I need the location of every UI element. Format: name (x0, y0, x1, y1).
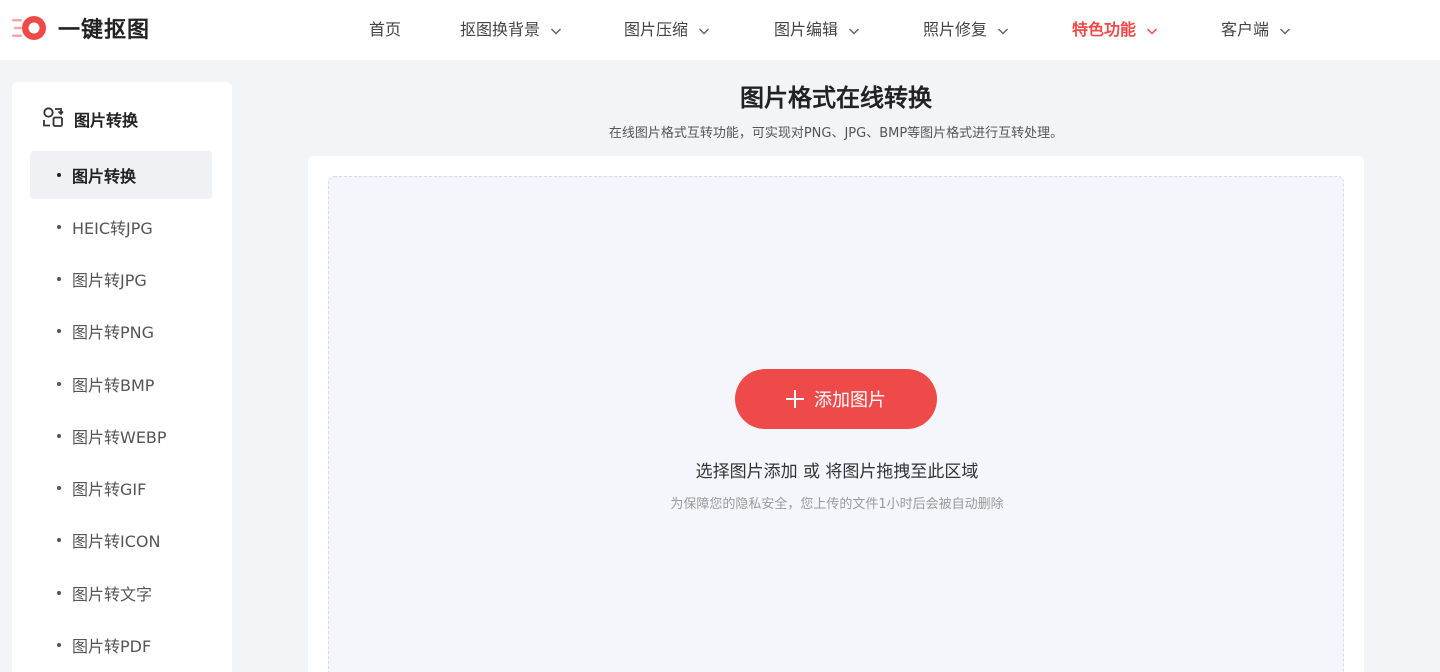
nav-cutout-background[interactable]: 抠图换背景 (460, 0, 562, 56)
plus-icon (786, 390, 804, 408)
page-subtitle: 在线图片格式互转功能，可实现对PNG、JPG、BMP等图片格式进行互转处理。 (608, 126, 1064, 141)
sidebar: 图片转换 图片转换 HEIC转JPG 图片转JPG 图片转PNG 图片转BMP … (12, 82, 232, 672)
bullet-dot (57, 277, 61, 281)
bullet-dot (57, 329, 61, 333)
bullet-dot (57, 434, 61, 438)
sidebar-heading-label: 图片转换 (74, 111, 139, 130)
privacy-note: 为保障您的隐私安全，您上传的文件1小时后会被自动删除 (670, 497, 1004, 512)
nav-photo-repair[interactable]: 照片修复 (923, 0, 1009, 56)
bullet-dot (57, 225, 61, 229)
nav-image-compress[interactable]: 图片压缩 (624, 0, 710, 56)
chevron-down-icon (1146, 22, 1158, 35)
sidebar-heading: 图片转换 (42, 106, 138, 132)
sidebar-item-label: 图片转JPG (72, 271, 147, 290)
sidebar-item-label: 图片转WEBP (72, 428, 167, 447)
chevron-down-icon (550, 22, 562, 35)
nav-label: 照片修复 (923, 20, 988, 39)
add-image-button-label: 添加图片 (814, 390, 886, 411)
sidebar-item-to-gif[interactable]: 图片转GIF (30, 464, 212, 512)
brand-title: 一键抠图 (58, 18, 151, 43)
sidebar-item-to-icon[interactable]: 图片转ICON (30, 516, 212, 564)
top-header: 一键抠图 首页 抠图换背景 图片压缩 图片编辑 照片修复 特色功能 客户端 (0, 0, 1440, 60)
bullet-dot (57, 382, 61, 386)
chevron-down-icon (848, 22, 860, 35)
sidebar-item-to-jpg[interactable]: 图片转JPG (30, 255, 212, 303)
bullet-dot (57, 486, 61, 490)
chevron-down-icon (997, 22, 1009, 35)
sidebar-item-to-webp[interactable]: 图片转WEBP (30, 412, 212, 460)
sidebar-item-label: 图片转PDF (72, 637, 152, 656)
sidebar-item-to-png[interactable]: 图片转PNG (30, 307, 212, 355)
sidebar-item-label: 图片转换 (72, 167, 137, 186)
sidebar-item-label: 图片转GIF (72, 480, 147, 499)
sidebar-item-label: 图片转ICON (72, 532, 161, 551)
nav-label: 客户端 (1221, 20, 1270, 39)
sidebar-item-to-pdf[interactable]: 图片转PDF (30, 621, 212, 669)
page-title: 图片格式在线转换 (740, 84, 932, 112)
nav-label: 特色功能 (1072, 20, 1137, 39)
sidebar-item-to-text[interactable]: 图片转文字 (30, 569, 212, 617)
sidebar-item-label: HEIC转JPG (72, 219, 153, 238)
add-image-button[interactable]: 添加图片 (735, 369, 937, 429)
nav-client[interactable]: 客户端 (1221, 0, 1291, 56)
nav-image-edit[interactable]: 图片编辑 (774, 0, 860, 56)
brand-logo[interactable]: 一键抠图 (12, 12, 150, 44)
sidebar-item-heic-to-jpg[interactable]: HEIC转JPG (30, 203, 212, 251)
chevron-down-icon (698, 22, 710, 35)
upload-card: 添加图片 选择图片添加 或 将图片拖拽至此区域 为保障您的隐私安全，您上传的文件… (308, 156, 1364, 672)
drop-hint: 选择图片添加 或 将图片拖拽至此区域 (695, 462, 979, 482)
bullet-dot (57, 538, 61, 542)
nav-label: 图片压缩 (624, 20, 689, 39)
upload-dropzone[interactable]: 添加图片 选择图片添加 或 将图片拖拽至此区域 为保障您的隐私安全，您上传的文件… (328, 176, 1344, 672)
bullet-dot (57, 591, 61, 595)
sidebar-item-image-convert[interactable]: 图片转换 (30, 151, 212, 199)
nav-featured[interactable]: 特色功能 (1072, 0, 1158, 56)
nav-label: 首页 (369, 20, 402, 39)
sidebar-item-label: 图片转BMP (72, 376, 155, 395)
bullet-dot (57, 643, 61, 647)
sidebar-item-to-bmp[interactable]: 图片转BMP (30, 360, 212, 408)
nav-label: 图片编辑 (774, 20, 839, 39)
nav-home[interactable]: 首页 (369, 0, 401, 56)
nav-label: 抠图换背景 (460, 20, 541, 39)
chevron-down-icon (1279, 22, 1291, 35)
sidebar-item-label: 图片转PNG (72, 323, 155, 342)
logo-icon (12, 13, 48, 43)
sidebar-item-label: 图片转文字 (72, 585, 153, 604)
convert-icon (42, 106, 64, 132)
bullet-dot (57, 173, 61, 177)
